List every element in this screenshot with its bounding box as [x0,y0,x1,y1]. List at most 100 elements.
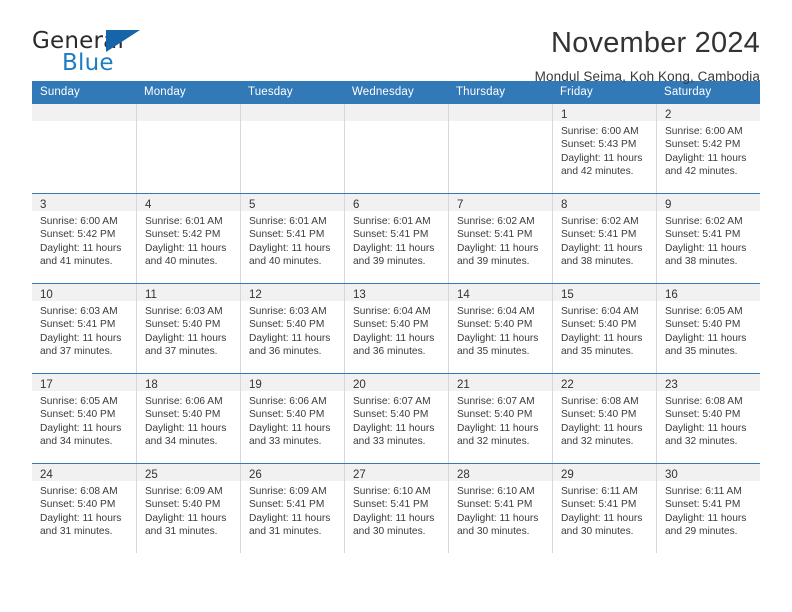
sunrise-text: Sunrise: 6:02 AM [665,216,743,227]
sunrise-text: Sunrise: 6:11 AM [665,486,742,497]
sunset-text: Sunset: 5:40 PM [353,319,429,331]
day-cell-21[interactable]: 21 Sunrise: 6:07 AM Sunset: 5:40 PM Dayligh… [448,374,552,463]
sunset-text: Sunset: 5:40 PM [249,319,325,331]
day-cell-30[interactable]: 30 Sunrise: 6:11 AM Sunset: 5:41 PM Dayligh… [656,464,760,553]
day-cell-empty [136,104,240,193]
daylight-text-2: Daylight: 11 hours [665,512,747,524]
sunset-text: Sunset: 5:42 PM [145,229,221,241]
sunset-text: Sunset: 5:40 PM [145,409,221,421]
day-details: Sunrise: 6:08 AM Sunset: 5:40 PM Daylight:… [32,481,136,539]
day-cell-9[interactable]: 9 Sunrise: 6:02 AM Sunset: 5:41 PM Daylight… [656,194,760,283]
sunset-text: Sunset: 5:40 PM [353,409,429,421]
daylight-text-3: and 37 minutes. [40,346,113,358]
day-details: Sunrise: 6:03 AM Sunset: 5:40 PM Daylight:… [241,301,344,359]
day-cell-14[interactable]: 14 Sunrise: 6:04 AM Sunset: 5:40 PM Dayligh… [448,284,552,373]
day-number-band: 26 [241,464,344,481]
day-number: 11 [145,289,157,301]
sunrise-text: Sunrise: 6:00 AM [40,216,118,227]
sunset-text: Sunset: 5:40 PM [457,409,533,421]
day-number: 24 [40,469,53,481]
day-details: Sunrise: 6:04 AM Sunset: 5:40 PM Daylight:… [553,301,656,359]
day-number: 16 [665,289,678,301]
day-cell-16[interactable]: 16 Sunrise: 6:05 AM Sunset: 5:40 PM Dayligh… [656,284,760,373]
day-details: Sunrise: 6:10 AM Sunset: 5:41 PM Daylight:… [345,481,448,539]
day-cell-23[interactable]: 23 Sunrise: 6:08 AM Sunset: 5:40 PM Dayligh… [656,374,760,463]
sunset-text: Sunset: 5:41 PM [249,499,325,511]
day-details: Sunrise: 6:00 AM Sunset: 5:42 PM Daylight:… [32,211,136,269]
daylight-text-2: Daylight: 11 hours [145,242,227,254]
sunrise-text: Sunrise: 6:02 AM [561,216,639,227]
day-cell-6[interactable]: 6 Sunrise: 6:01 AM Sunset: 5:41 PM Daylight… [344,194,448,283]
day-number: 17 [40,379,53,391]
day-cell-empty [240,104,344,193]
day-cell-26[interactable]: 26 Sunrise: 6:09 AM Sunset: 5:41 PM Dayligh… [240,464,344,553]
sunrise-text: Sunrise: 6:00 AM [665,126,743,137]
daylight-text-2: Daylight: 11 hours [40,332,122,344]
daylight-text-3: and 42 minutes. [561,166,634,178]
day-number-band: 15 [553,284,656,301]
sunrise-text: Sunrise: 6:03 AM [145,306,223,317]
day-number-band [345,104,448,121]
day-cell-27[interactable]: 27 Sunrise: 6:10 AM Sunset: 5:41 PM Dayligh… [344,464,448,553]
daylight-text-3: and 31 minutes. [145,526,218,538]
day-number-band: 24 [32,464,136,481]
day-details: Sunrise: 6:04 AM Sunset: 5:40 PM Daylight:… [449,301,552,359]
day-number: 5 [249,199,256,211]
day-number: 27 [353,469,366,481]
day-cell-2[interactable]: 2 Sunrise: 6:00 AM Sunset: 5:42 PM Daylight… [656,104,760,193]
day-cell-10[interactable]: 10 Sunrise: 6:03 AM Sunset: 5:41 PM Dayligh… [32,284,136,373]
daylight-text-2: Daylight: 11 hours [145,512,227,524]
day-cell-19[interactable]: 19 Sunrise: 6:06 AM Sunset: 5:40 PM Dayligh… [240,374,344,463]
day-number-band: 8 [553,194,656,211]
day-number-band: 3 [32,194,136,211]
daylight-text-3: and 32 minutes. [457,436,530,448]
daylight-text-3: and 30 minutes. [353,526,426,538]
general-blue-logo[interactable]: General Blue [32,26,152,78]
weekday-header-row: Sunday Monday Tuesday Wednesday Thursday Frid… [32,81,760,104]
day-details: Sunrise: 6:09 AM Sunset: 5:40 PM Daylight:… [137,481,240,539]
day-cell-8[interactable]: 8 Sunrise: 6:02 AM Sunset: 5:41 PM Daylight… [552,194,656,283]
day-cell-20[interactable]: 20 Sunrise: 6:07 AM Sunset: 5:40 PM Dayligh… [344,374,448,463]
day-cell-5[interactable]: 5 Sunrise: 6:01 AM Sunset: 5:41 PM Daylight… [240,194,344,283]
day-cell-13[interactable]: 13 Sunrise: 6:04 AM Sunset: 5:40 PM Dayligh… [344,284,448,373]
day-cell-28[interactable]: 28 Sunrise: 6:10 AM Sunset: 5:41 PM Dayligh… [448,464,552,553]
daylight-text-2: Daylight: 11 hours [40,422,122,434]
day-cell-15[interactable]: 15 Sunrise: 6:04 AM Sunset: 5:40 PM Dayligh… [552,284,656,373]
daylight-text-2: Daylight: 11 hours [665,152,747,164]
day-cell-1[interactable]: 1 Sunrise: 6:00 AM Sunset: 5:43 PM Daylight… [552,104,656,193]
day-number: 2 [665,109,672,121]
logo-text-blue: Blue [62,50,114,76]
day-cell-18[interactable]: 18 Sunrise: 6:06 AM Sunset: 5:40 PM Dayligh… [136,374,240,463]
sunrise-text: Sunrise: 6:07 AM [457,396,535,407]
day-details [137,121,240,125]
day-details: Sunrise: 6:02 AM Sunset: 5:41 PM Daylight:… [657,211,760,269]
sunset-text: Sunset: 5:41 PM [457,229,533,241]
sunset-text: Sunset: 5:40 PM [561,409,637,421]
daylight-text-2: Daylight: 11 hours [561,242,643,254]
day-cell-4[interactable]: 4 Sunrise: 6:01 AM Sunset: 5:42 PM Daylight… [136,194,240,283]
day-cell-7[interactable]: 7 Sunrise: 6:02 AM Sunset: 5:41 PM Daylight… [448,194,552,283]
weekday-header-tuesday: Tuesday [248,86,293,98]
sunrise-text: Sunrise: 6:06 AM [249,396,327,407]
day-number-band: 25 [137,464,240,481]
daylight-text-2: Daylight: 11 hours [665,332,747,344]
day-details: Sunrise: 6:02 AM Sunset: 5:41 PM Daylight:… [553,211,656,269]
day-details: Sunrise: 6:05 AM Sunset: 5:40 PM Daylight:… [32,391,136,449]
day-number: 10 [40,289,53,301]
day-details: Sunrise: 6:01 AM Sunset: 5:41 PM Daylight:… [345,211,448,269]
day-cell-29[interactable]: 29 Sunrise: 6:11 AM Sunset: 5:41 PM Dayligh… [552,464,656,553]
day-cell-11[interactable]: 11 Sunrise: 6:03 AM Sunset: 5:40 PM Dayligh… [136,284,240,373]
calendar-week-row: 1 Sunrise: 6:00 AM Sunset: 5:43 PM Daylight… [32,104,760,193]
sunrise-text: Sunrise: 6:10 AM [353,486,431,497]
day-cell-24[interactable]: 24 Sunrise: 6:08 AM Sunset: 5:40 PM Dayligh… [32,464,136,553]
day-number-band: 20 [345,374,448,391]
day-cell-3[interactable]: 3 Sunrise: 6:00 AM Sunset: 5:42 PM Daylight… [32,194,136,283]
day-cell-25[interactable]: 25 Sunrise: 6:09 AM Sunset: 5:40 PM Dayligh… [136,464,240,553]
day-number: 20 [353,379,366,391]
day-cell-17[interactable]: 17 Sunrise: 6:05 AM Sunset: 5:40 PM Dayligh… [32,374,136,463]
day-details: Sunrise: 6:04 AM Sunset: 5:40 PM Daylight:… [345,301,448,359]
sunrise-text: Sunrise: 6:02 AM [457,216,535,227]
day-cell-12[interactable]: 12 Sunrise: 6:03 AM Sunset: 5:40 PM Dayligh… [240,284,344,373]
day-cell-22[interactable]: 22 Sunrise: 6:08 AM Sunset: 5:40 PM Dayligh… [552,374,656,463]
calendar-week-row: 24 Sunrise: 6:08 AM Sunset: 5:40 PM Dayligh… [32,463,760,553]
